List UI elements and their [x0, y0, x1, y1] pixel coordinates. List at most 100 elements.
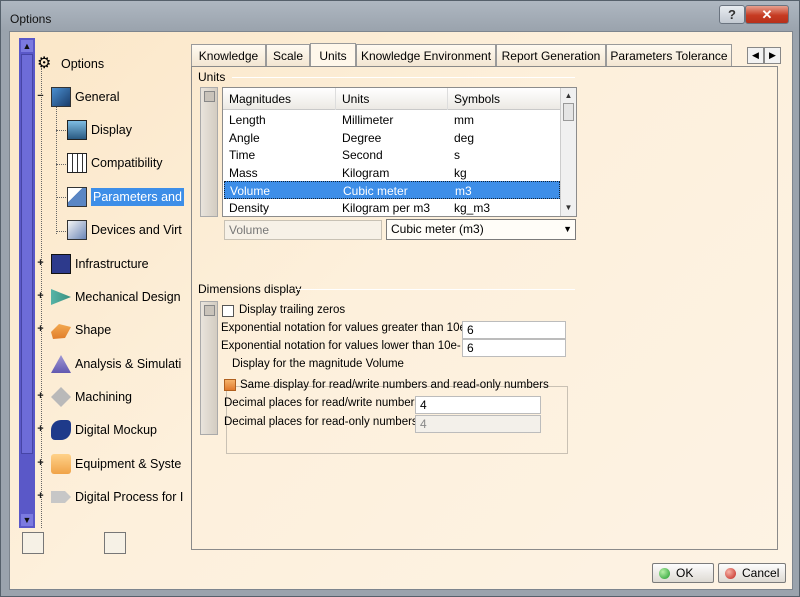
column-header-units[interactable]: Units	[336, 88, 448, 110]
same-display-checkbox[interactable]	[224, 379, 236, 391]
expand-icon[interactable]: +	[36, 458, 45, 469]
cancel-button[interactable]: Cancel	[718, 563, 786, 583]
exp-greater-input[interactable]: 6	[462, 321, 566, 339]
scroll-thumb[interactable]	[21, 54, 33, 454]
units-section: Magnitudes Units Symbols Length Millimet…	[200, 87, 578, 272]
tree-item-digital-mockup[interactable]: + Digital Mockup	[37, 418, 157, 442]
expand-icon[interactable]: +	[36, 391, 45, 402]
tree-item-compatibility[interactable]: Compatibility	[67, 151, 163, 175]
ok-button[interactable]: OK	[652, 563, 714, 583]
digital-mockup-icon	[51, 420, 71, 440]
devices-icon	[67, 220, 87, 240]
expand-icon[interactable]: +	[36, 491, 45, 502]
tree-item-mechanical-design[interactable]: + Mechanical Design	[37, 285, 181, 309]
tree-item-analysis-simulation[interactable]: Analysis & Simulati	[51, 352, 181, 376]
exp-lower-input[interactable]: 6	[462, 339, 566, 357]
dimensions-side-handle[interactable]	[200, 301, 218, 435]
tree-root-options[interactable]: ⚙ Options	[37, 52, 104, 76]
cancel-icon	[725, 567, 736, 579]
options-root-icon: ⚙	[37, 55, 52, 72]
table-row[interactable]: Time Second s	[224, 146, 560, 164]
scroll-down-icon[interactable]: ▼	[21, 514, 33, 526]
selected-magnitude-field: Volume	[224, 220, 382, 240]
title-bar[interactable]: Options ? ✕	[1, 1, 799, 31]
tab-knowledge[interactable]: Knowledge	[191, 44, 266, 66]
window-title: Options	[10, 12, 52, 26]
tab-report-generation[interactable]: Report Generation	[496, 44, 606, 66]
trailing-zeros-label: Display trailing zeros	[239, 304, 346, 316]
expand-icon[interactable]: +	[36, 424, 45, 435]
tab-parameters-tolerance[interactable]: Parameters Tolerance	[606, 44, 732, 66]
table-row-selected[interactable]: Volume Cubic meter m3	[224, 181, 560, 199]
table-row[interactable]: Length Millimeter mm	[224, 111, 560, 129]
tree-item-machining[interactable]: + Machining	[37, 385, 132, 409]
dimensions-section: Display trailing zeros Exponential notat…	[200, 301, 570, 454]
options-tree: ▲ ▼ ⚙ Options − General Display Compatib…	[19, 38, 187, 528]
expand-icon[interactable]: +	[36, 324, 45, 335]
analysis-icon	[51, 355, 71, 373]
tree-item-parameters-and-measure[interactable]: Parameters and	[67, 185, 184, 209]
mechanical-design-icon	[51, 289, 71, 305]
exp-greater-label: Exponential notation for values greater …	[221, 322, 473, 334]
export-options-button[interactable]	[104, 532, 126, 554]
display-icon	[67, 120, 87, 140]
tree-item-shape[interactable]: + Shape	[37, 318, 111, 342]
magnitude-group-label: Display for the magnitude Volume	[230, 358, 406, 370]
decimal-rw-input[interactable]: 4	[415, 396, 541, 414]
tab-scroll-right-icon[interactable]: ▶	[764, 47, 781, 64]
same-display-label: Same display for read/write numbers and …	[240, 379, 549, 391]
column-header-magnitudes[interactable]: Magnitudes	[223, 88, 336, 110]
trailing-zeros-checkbox[interactable]	[222, 305, 234, 317]
scroll-down-icon[interactable]: ▼	[561, 200, 576, 215]
digital-process-icon	[51, 491, 71, 503]
unit-dropdown[interactable]: Cubic meter (m3) ▼	[386, 219, 576, 240]
general-icon	[51, 87, 71, 107]
decimal-rw-label: Decimal places for read/write numbers	[224, 397, 421, 409]
tab-knowledge-environment[interactable]: Knowledge Environment	[356, 44, 496, 66]
units-group-title: Units	[198, 70, 226, 84]
tree-item-display[interactable]: Display	[67, 118, 132, 142]
tree-item-equipment-systems[interactable]: + Equipment & Syste	[37, 452, 181, 476]
table-row[interactable]: Density Kilogram per m3 kg_m3	[224, 199, 560, 216]
units-table: Magnitudes Units Symbols Length Millimet…	[222, 87, 577, 217]
tab-scale[interactable]: Scale	[266, 44, 310, 66]
infrastructure-icon	[51, 254, 71, 274]
close-button[interactable]: ✕	[745, 5, 789, 24]
column-header-symbols[interactable]: Symbols	[448, 88, 561, 110]
table-row[interactable]: Mass Kilogram kg	[224, 164, 560, 182]
units-side-handle[interactable]	[200, 87, 218, 217]
units-table-header: Magnitudes Units Symbols	[223, 88, 561, 110]
table-row[interactable]: Angle Degree deg	[224, 129, 560, 147]
tab-units[interactable]: Units	[310, 43, 356, 67]
dialog-client-area: ▲ ▼ ⚙ Options − General Display Compatib…	[9, 31, 793, 590]
scroll-up-icon[interactable]: ▲	[561, 88, 576, 103]
dimensions-group-title: Dimensions display	[198, 282, 302, 296]
tree-item-infrastructure[interactable]: + Infrastructure	[37, 252, 149, 276]
collapse-icon[interactable]: −	[36, 91, 45, 102]
units-tab-panel: Units Magnitudes Units Symbols Length Mi…	[191, 66, 778, 550]
help-button[interactable]: ?	[719, 5, 745, 24]
tab-scroll-buttons: ◀ ▶	[747, 47, 783, 64]
tab-scroll-left-icon[interactable]: ◀	[747, 47, 764, 64]
decimal-ro-input: 4	[415, 415, 541, 433]
shape-icon	[51, 324, 71, 339]
tree-item-general[interactable]: − General	[37, 85, 119, 109]
compatibility-icon	[67, 153, 87, 173]
options-dialog: Options ? ✕ ▲ ▼ ⚙ Options − General Disp…	[0, 0, 800, 597]
machining-icon	[51, 387, 71, 407]
expand-icon[interactable]: +	[36, 258, 45, 269]
ok-icon	[659, 567, 670, 579]
decimal-ro-label: Decimal places for read-only numbers	[224, 416, 418, 428]
parameters-icon	[67, 187, 87, 207]
tab-strip: Knowledge Scale Units Knowledge Environm…	[191, 43, 781, 67]
chevron-down-icon: ▼	[563, 224, 572, 234]
units-table-scrollbar[interactable]: ▲ ▼	[560, 88, 576, 216]
expand-icon[interactable]: +	[36, 291, 45, 302]
tree-item-digital-process[interactable]: + Digital Process for I	[37, 485, 183, 509]
exp-lower-label: Exponential notation for values lower th…	[221, 340, 461, 352]
tree-scrollbar[interactable]: ▲ ▼	[19, 38, 35, 528]
tree-item-devices[interactable]: Devices and Virt	[67, 218, 182, 242]
reset-options-button[interactable]	[22, 532, 44, 554]
scroll-up-icon[interactable]: ▲	[21, 40, 33, 52]
scroll-thumb[interactable]	[563, 103, 574, 121]
